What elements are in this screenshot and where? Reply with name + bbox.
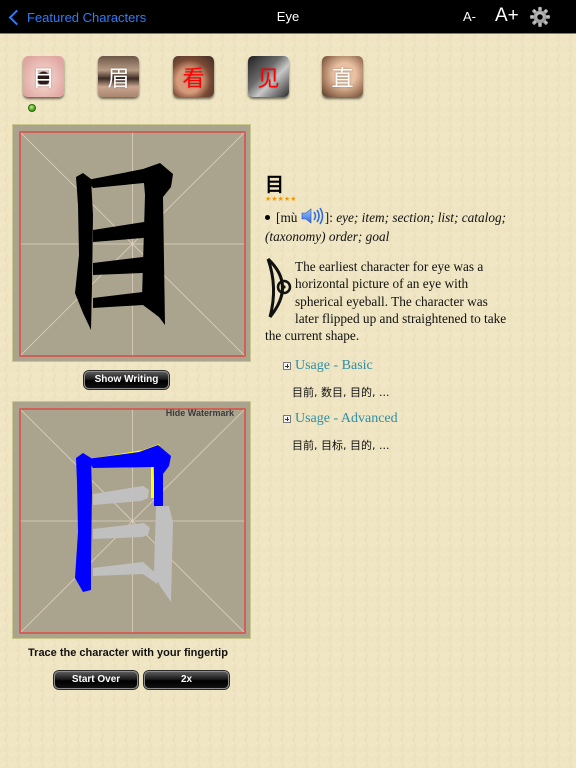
etymology-text: The earliest character for eye was a hor… bbox=[265, 258, 510, 344]
thumbnail-eyebrow[interactable]: 眉 bbox=[98, 56, 139, 97]
tracing-box[interactable]: Hide Watermark bbox=[12, 401, 251, 639]
decrease-font-button[interactable]: A- bbox=[463, 9, 476, 24]
usage-advanced-label: Usage - Advanced bbox=[295, 411, 398, 426]
stroke-display-box bbox=[12, 124, 251, 362]
thumbnail-straight[interactable]: 直 bbox=[322, 56, 363, 97]
navigation-bar: Featured Characters Eye A- A+ bbox=[0, 0, 576, 34]
thumbnail-see[interactable]: 见 bbox=[248, 56, 289, 97]
rating-stars: ★★★★★ bbox=[265, 196, 297, 203]
thumbnail-character: 见 bbox=[257, 66, 280, 92]
back-button-label: Featured Characters bbox=[27, 9, 147, 25]
thumbnail-character: 看 bbox=[182, 66, 205, 92]
expand-plus-icon bbox=[283, 362, 291, 370]
pinyin: mù bbox=[280, 210, 298, 225]
thumbnail-character: 目 bbox=[32, 66, 55, 92]
expand-plus-icon bbox=[283, 415, 291, 423]
entry-character: 目 bbox=[265, 174, 285, 196]
usage-advanced-toggle[interactable]: Usage - Advanced bbox=[283, 411, 398, 427]
active-indicator-dot bbox=[28, 104, 36, 112]
thumbnail-character: 眉 bbox=[107, 66, 130, 92]
stroke-display-canvas bbox=[19, 131, 246, 357]
start-over-button[interactable]: Start Over bbox=[54, 671, 138, 689]
etymology-body: The earliest character for eye was a hor… bbox=[265, 259, 507, 344]
increase-font-button[interactable]: A+ bbox=[495, 5, 519, 27]
thumbnail-character: 直 bbox=[331, 66, 354, 92]
speed-button[interactable]: 2x bbox=[144, 671, 229, 689]
back-button[interactable]: Featured Characters bbox=[8, 0, 146, 34]
usage-basic-toggle[interactable]: Usage - Basic bbox=[283, 358, 373, 374]
tracing-canvas[interactable] bbox=[13, 402, 252, 640]
show-writing-button[interactable]: Show Writing bbox=[84, 371, 169, 389]
character-glyph bbox=[75, 163, 173, 330]
speaker-icon[interactable] bbox=[301, 206, 325, 226]
thumbnail-look[interactable]: 看 bbox=[173, 56, 214, 97]
trace-instruction: Trace the character with your fingertip bbox=[28, 647, 228, 659]
usage-basic-label: Usage - Basic bbox=[295, 358, 373, 373]
hide-watermark-button[interactable]: Hide Watermark bbox=[166, 408, 234, 418]
usage-advanced-words: 目前, 目标, 目的, ... bbox=[292, 439, 390, 452]
definition: [mù ]: eye; item; section; list; catalog… bbox=[265, 206, 510, 246]
chevron-left-icon bbox=[8, 9, 25, 25]
thumbnail-eye[interactable]: 目 bbox=[23, 56, 64, 97]
usage-basic-words: 目前, 数目, 目的, ... bbox=[292, 386, 390, 399]
bullet bbox=[265, 215, 270, 221]
gear-icon[interactable] bbox=[529, 6, 551, 28]
